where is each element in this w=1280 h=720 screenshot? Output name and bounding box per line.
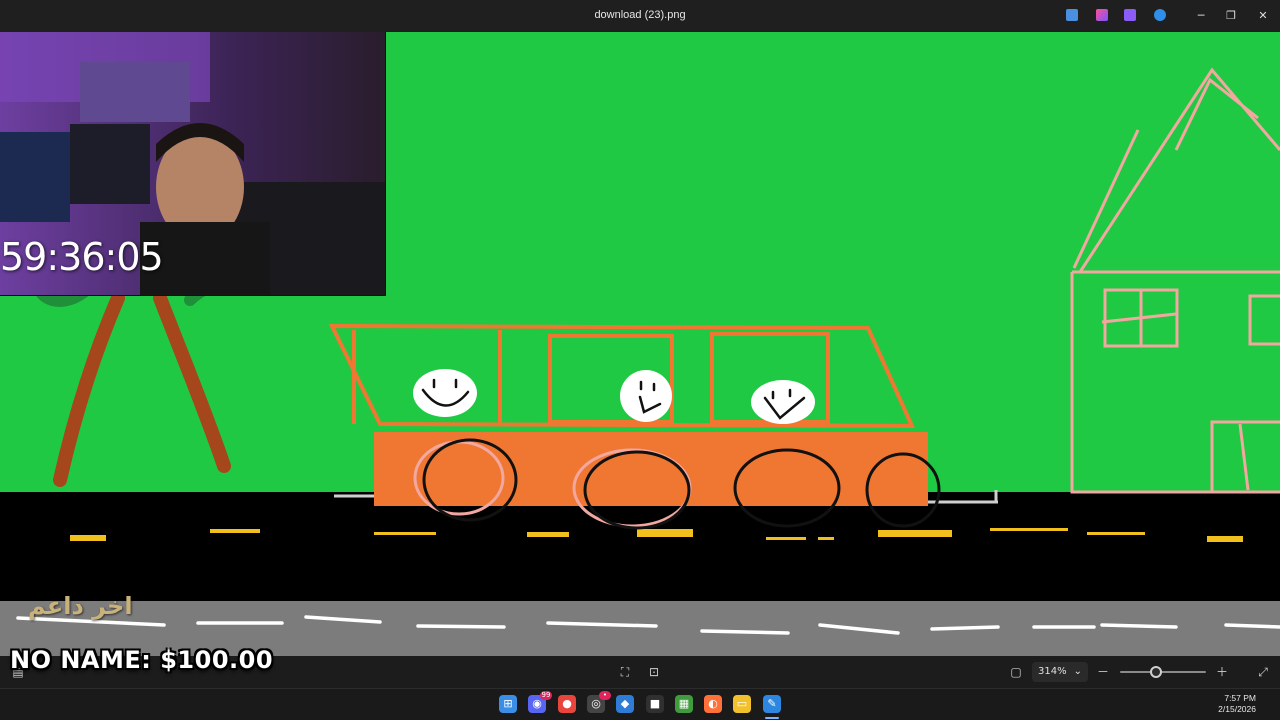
system-clock[interactable]: 7:57 PM 2/15/2026: [1218, 693, 1256, 715]
fit-to-window-icon[interactable]: ⛶: [617, 664, 633, 680]
clipchamp-icon[interactable]: [1124, 9, 1136, 21]
taskbar: ⊞ ◉ 99 ● ◎ • ◆ ■ ▦ ◐ ▭ ✎ 7:57 PM 2/15/2026: [0, 688, 1280, 720]
window-title: download (23).png: [594, 9, 686, 21]
clock-date: 2/15/2026: [1218, 704, 1256, 714]
edit-icon[interactable]: [1066, 9, 1078, 21]
notification-badge: •: [599, 691, 611, 700]
image-canvas[interactable]: 59:36:05 اخر داعم: [0, 32, 1280, 656]
zoom-level-value: 314%: [1038, 666, 1067, 677]
zoom-slider[interactable]: [1120, 666, 1206, 678]
close-button[interactable]: ✕: [1248, 7, 1278, 25]
taskbar-app-paint-icon[interactable]: ✎: [763, 695, 781, 713]
clock-time: 7:57 PM: [1224, 693, 1256, 703]
active-app-indicator: [765, 717, 779, 719]
title-bar: download (23).png ─ ❐ ✕: [0, 0, 1280, 32]
fit-icon[interactable]: ▢: [1008, 664, 1024, 680]
taskbar-app-app-blue-icon[interactable]: ◆: [616, 695, 634, 713]
maximize-button[interactable]: ❐: [1216, 7, 1246, 25]
taskbar-app-minecraft-icon[interactable]: ▦: [675, 695, 693, 713]
zoom-level-dropdown[interactable]: 314% ⌄: [1032, 662, 1088, 682]
stream-timer: 59:36:05: [0, 235, 164, 279]
notification-badge: 99: [540, 691, 552, 700]
taskbar-app-discord-icon[interactable]: ◉ 99: [528, 691, 552, 713]
minimize-button[interactable]: ─: [1186, 7, 1216, 25]
fullscreen-icon[interactable]: ⤢: [1255, 664, 1271, 680]
last-supporter-label: اخر داعم: [28, 592, 133, 620]
chevron-down-icon: ⌄: [1073, 666, 1082, 677]
donation-alert: NO NAME: $100.00: [10, 646, 274, 674]
webcam-overlay: 59:36:05: [0, 32, 386, 296]
actual-size-icon[interactable]: ⊡: [646, 664, 662, 680]
black-road: [0, 492, 1280, 602]
zoom-out-icon[interactable]: －: [1095, 664, 1111, 680]
zoom-slider-thumb[interactable]: [1150, 666, 1163, 678]
zoom-in-icon[interactable]: ＋: [1214, 664, 1230, 680]
taskbar-app-app-dark-icon[interactable]: ■: [646, 695, 664, 713]
taskbar-app-file-explorer-icon[interactable]: ▭: [733, 695, 751, 713]
taskbar-app-start-icon[interactable]: ⊞: [499, 695, 517, 713]
onedrive-icon[interactable]: [1154, 9, 1166, 21]
ai-tools-icon[interactable]: [1096, 9, 1108, 21]
taskbar-app-chrome-icon[interactable]: ●: [558, 695, 576, 713]
taskbar-app-firefox-icon[interactable]: ◐: [704, 695, 722, 713]
taskbar-app-obs-icon[interactable]: ◎ •: [587, 691, 611, 713]
